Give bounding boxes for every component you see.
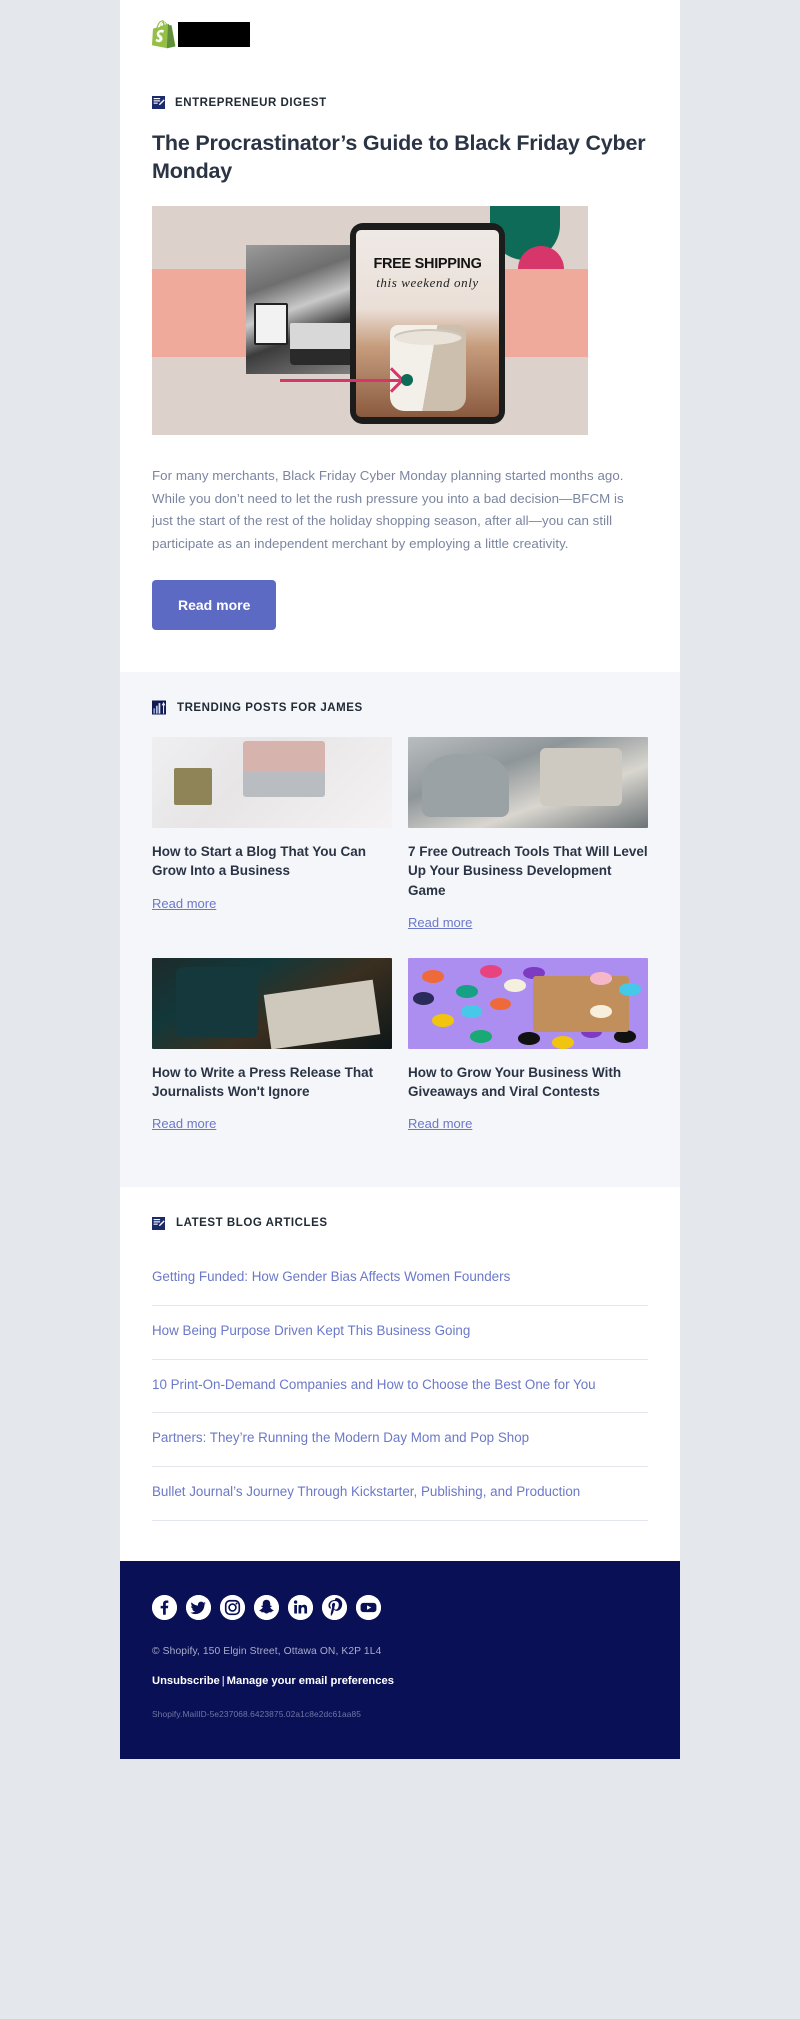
list-item[interactable]: Getting Funded: How Gender Bias Affects …	[152, 1252, 648, 1306]
trending-card: 7 Free Outreach Tools That Will Level Up…	[408, 737, 648, 949]
footer-address: © Shopify, 150 Elgin Street, Ottawa ON, …	[152, 1645, 382, 1657]
trending-card: How to Grow Your Business With Giveaways…	[408, 957, 648, 1151]
instagram-icon[interactable]	[220, 1594, 245, 1620]
footer-separator: |	[221, 1674, 225, 1687]
trending-card-read-more[interactable]: Read more	[408, 915, 472, 930]
facebook-icon[interactable]	[152, 1594, 177, 1620]
newsletter-icon	[152, 1216, 165, 1230]
read-more-button[interactable]: Read more	[152, 580, 277, 631]
latest-heading-label: LATEST BLOG ARTICLES	[176, 1217, 328, 1230]
trending-card-read-more[interactable]: Read more	[408, 1116, 472, 1131]
trending-card: How to Write a Press Release That Journa…	[152, 957, 392, 1151]
hero-tablet-mockup: FREE SHIPPING this weekend only	[350, 222, 505, 424]
footer-mail-id: Shopify.MailID-5e237068.6423875.02a1c8e2…	[152, 1708, 362, 1719]
list-item[interactable]: 10 Print-On-Demand Companies and How to …	[152, 1360, 648, 1414]
manage-preferences-link[interactable]: Manage your email preferences	[227, 1675, 394, 1687]
article-eyebrow-label: ENTREPRENEUR DIGEST	[175, 96, 327, 109]
trending-card: How to Start a Blog That You Can Grow In…	[152, 737, 392, 949]
footer-links: Unsubscribe | Manage your email preference…	[152, 1675, 648, 1687]
latest-heading: LATEST BLOG ARTICLES	[152, 1216, 648, 1230]
hero-arrow-icon	[280, 378, 400, 382]
hero-tablet-screen: FREE SHIPPING this weekend only	[356, 229, 499, 417]
trending-card-title: How to Write a Press Release That Journa…	[152, 1064, 374, 1099]
man-reading-newspaper-photo	[152, 957, 392, 1049]
latest-articles-list: Getting Funded: How Gender Bias Affects …	[152, 1252, 648, 1521]
trending-heading-label: TRENDING POSTS FOR JAMES	[177, 701, 363, 714]
page-title: The Procrastinator’s Guide to Black Frid…	[152, 131, 646, 184]
unsubscribe-link[interactable]: Unsubscribe	[152, 1675, 220, 1687]
masthead	[120, 0, 680, 78]
trending-card-read-more[interactable]: Read more	[152, 896, 216, 911]
trending-card-title: How to Start a Blog That You Can Grow In…	[152, 844, 367, 879]
newsletter-icon	[152, 96, 165, 109]
hero-free-shipping-text: FREE SHIPPING	[373, 255, 482, 272]
trending-card-read-more[interactable]: Read more	[152, 1116, 216, 1131]
social-links	[152, 1594, 648, 1620]
article-eyebrow: ENTREPRENEUR DIGEST	[152, 78, 648, 129]
list-item[interactable]: How Being Purpose Driven Kept This Busin…	[152, 1306, 648, 1360]
linkedin-icon[interactable]	[288, 1594, 313, 1620]
logo-wordmark-redaction	[178, 21, 250, 47]
trending-section: TRENDING POSTS FOR JAMES How to Start a …	[120, 672, 680, 1187]
trending-card-title: How to Grow Your Business With Giveaways…	[408, 1064, 622, 1099]
snapchat-icon[interactable]	[254, 1594, 279, 1620]
laptop-flatlay-photo	[152, 737, 392, 829]
email-body: ENTREPRENEUR DIGEST The Procrastinator’s…	[120, 0, 680, 1759]
pinterest-icon[interactable]	[322, 1594, 347, 1620]
list-item[interactable]: Bullet Journal’s Journey Through Kicksta…	[152, 1467, 648, 1521]
trending-chart-icon	[152, 700, 166, 715]
hero-mug-photo	[389, 324, 466, 411]
trending-card-grid: How to Start a Blog That You Can Grow In…	[152, 737, 648, 1151]
featured-article: ENTREPRENEUR DIGEST The Procrastinator’s…	[120, 78, 680, 673]
twitter-icon[interactable]	[186, 1594, 211, 1620]
hero-teal-dot	[401, 373, 413, 386]
brand-logo[interactable]	[152, 19, 250, 48]
youtube-icon[interactable]	[356, 1594, 381, 1620]
trending-heading: TRENDING POSTS FOR JAMES	[152, 700, 648, 715]
gift-confetti-photo	[408, 957, 648, 1049]
gift-box-shape	[532, 975, 629, 1033]
hero-image: FREE SHIPPING this weekend only	[152, 205, 588, 435]
shopify-bag-icon	[152, 19, 176, 48]
trending-card-title: 7 Free Outreach Tools That Will Level Up…	[408, 844, 648, 898]
team-meeting-photo	[408, 737, 648, 829]
hero-weekend-text: this weekend only	[376, 274, 479, 290]
article-body-text: For many merchants, Black Friday Cyber M…	[152, 467, 624, 552]
latest-articles-section: LATEST BLOG ARTICLES Getting Funded: How…	[120, 1186, 680, 1561]
email-footer: © Shopify, 150 Elgin Street, Ottawa ON, …	[120, 1560, 680, 1759]
list-item[interactable]: Partners: They’re Running the Modern Day…	[152, 1413, 648, 1468]
